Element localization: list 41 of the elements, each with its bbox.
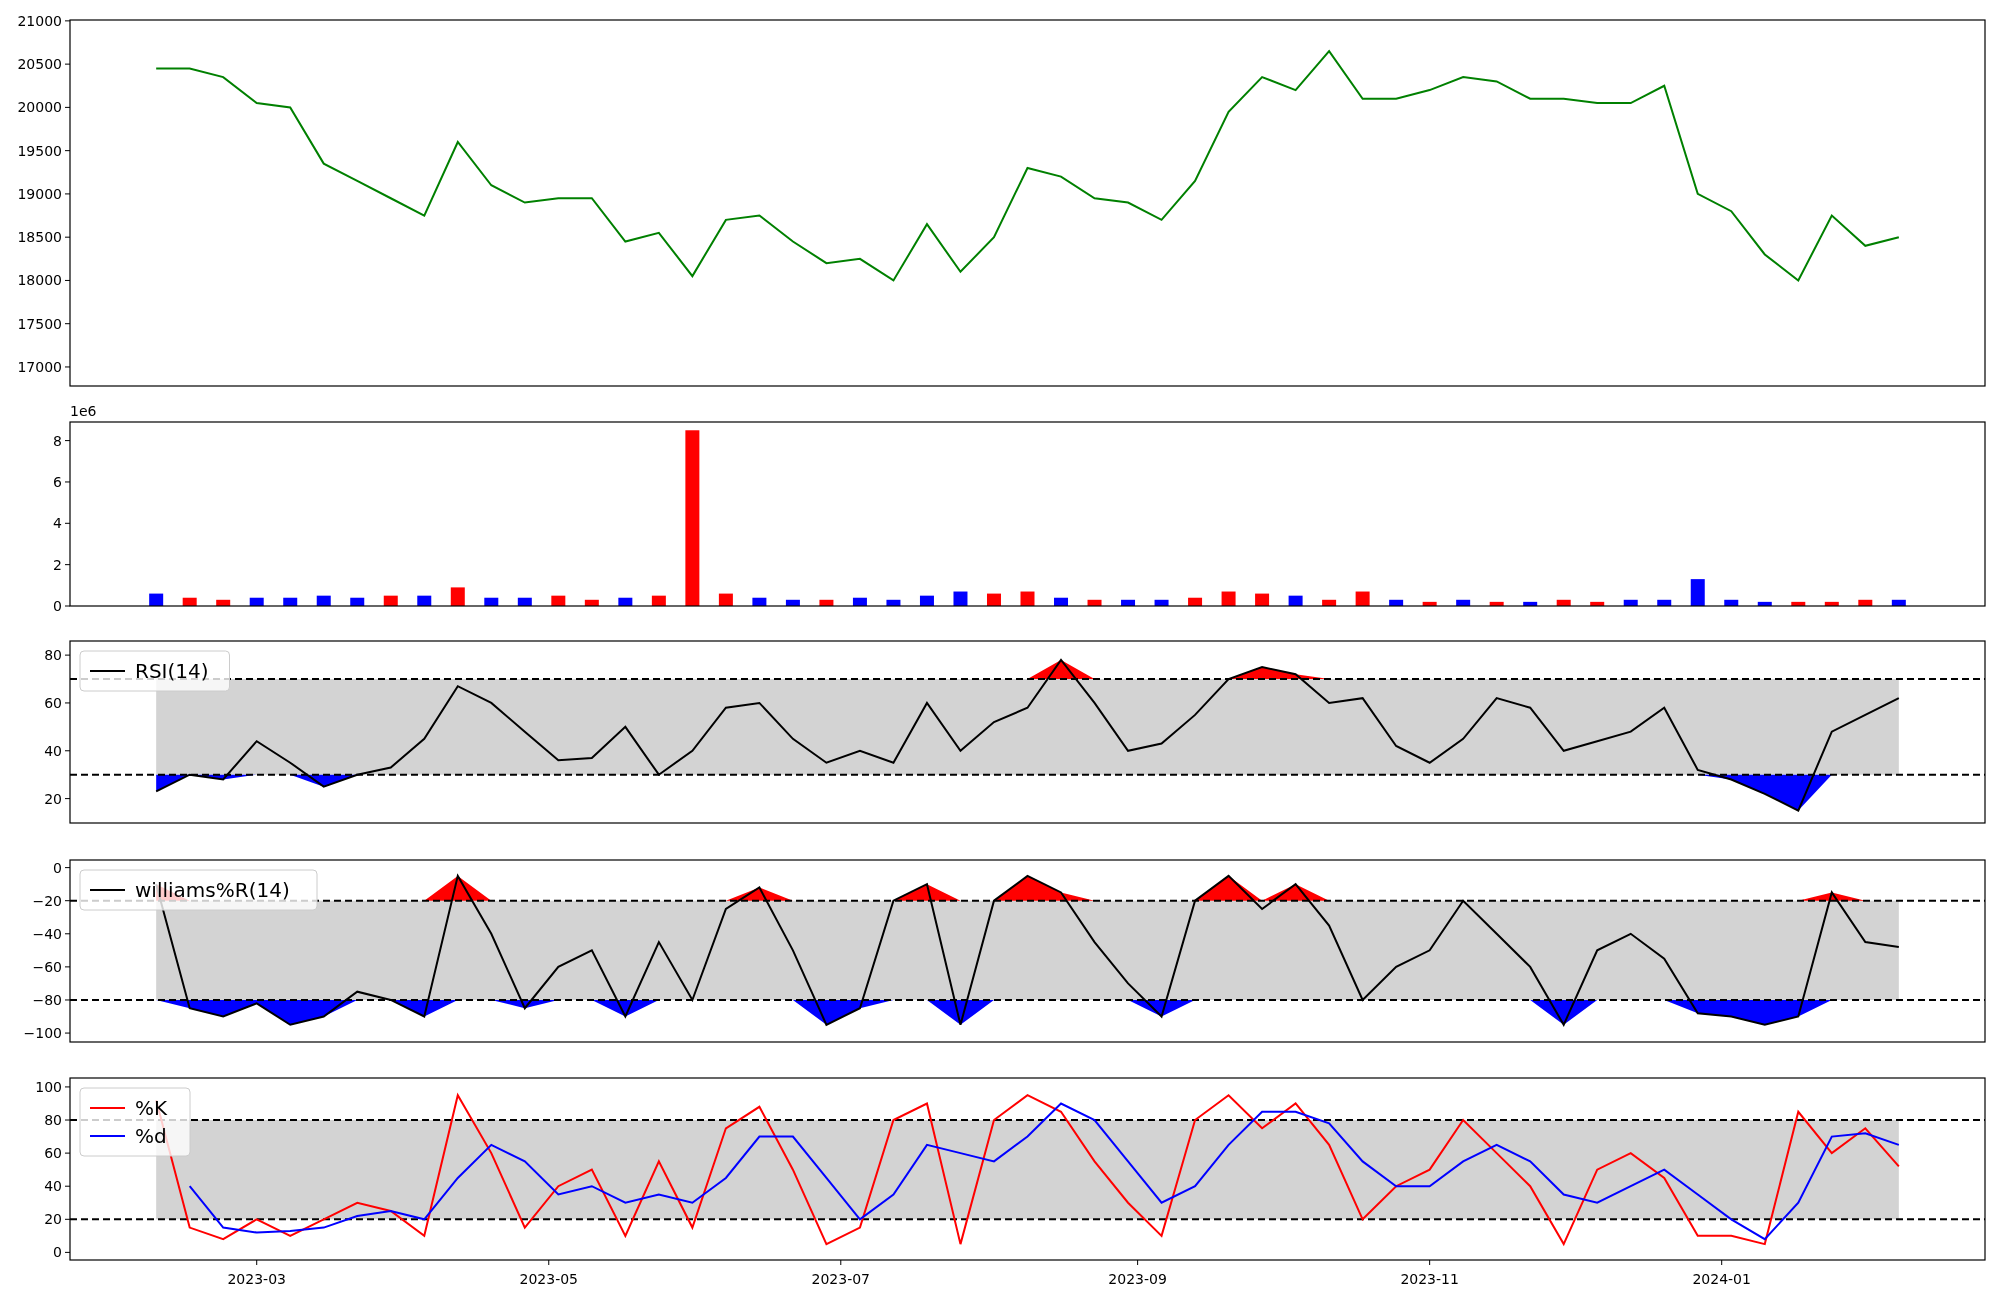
axis-tick-label: 0 [53, 859, 62, 876]
legend-label: RSI(14) [135, 659, 209, 683]
axis-tick-label: 0 [53, 598, 62, 614]
axis-tick-label: 20000 [17, 99, 62, 116]
axis-tick-label: 17000 [17, 358, 62, 375]
axis-tick-label: 8 [53, 432, 62, 449]
axis-tick-label: 0 [53, 1244, 62, 1261]
axis-tick-label: −80 [32, 991, 62, 1008]
axis-tick-label: 40 [44, 742, 62, 759]
axis-tick-label: 18500 [17, 229, 62, 246]
axis-tick-label: 100 [35, 1078, 62, 1095]
axis-tick-label: 2023-07 [811, 1271, 871, 1287]
legend-label: %d [135, 1124, 167, 1148]
axis-tick-label: 40 [44, 1178, 62, 1195]
axis-tick-label: 60 [44, 1145, 62, 1162]
axis-tick-label: 60 [44, 694, 62, 711]
axis-tick-label: 17500 [17, 315, 62, 332]
axis-tick-label: −100 [23, 1025, 62, 1042]
axis-tick-label: 21000 [17, 12, 62, 29]
axis-tick-label: 20 [44, 1211, 62, 1228]
axis-tick-label: 4 [53, 515, 62, 532]
axis-tick-label: 20 [44, 790, 62, 807]
axis-tick-label: 18000 [17, 272, 62, 289]
axis-tick-label: −60 [32, 958, 62, 975]
axis-tick-label: 20500 [17, 56, 62, 73]
axis-tick-label: −20 [32, 892, 62, 909]
axis-tick-label: 2 [53, 556, 62, 573]
axis-offset-label: 1e6 [70, 404, 97, 419]
axis-tick-label: 19500 [17, 142, 62, 159]
axis-tick-label: 2023-11 [1400, 1271, 1459, 1287]
legend-label: %K [135, 1096, 168, 1120]
axis-tick-label: 19000 [17, 185, 62, 202]
axis-tick-label: −40 [32, 925, 62, 942]
axis-tick-label: 2023-03 [227, 1271, 286, 1287]
axis-tick-label: 2023-09 [1108, 1271, 1167, 1287]
axis-tick-label: 80 [44, 647, 62, 664]
axis-tick-label: 2024-01 [1692, 1271, 1751, 1287]
axis-tick-label: 2023-05 [519, 1271, 578, 1287]
axis-tick-label: 6 [53, 473, 62, 490]
legend-label: williams%R(14) [135, 878, 290, 902]
axis-tick-label: 80 [44, 1112, 62, 1129]
